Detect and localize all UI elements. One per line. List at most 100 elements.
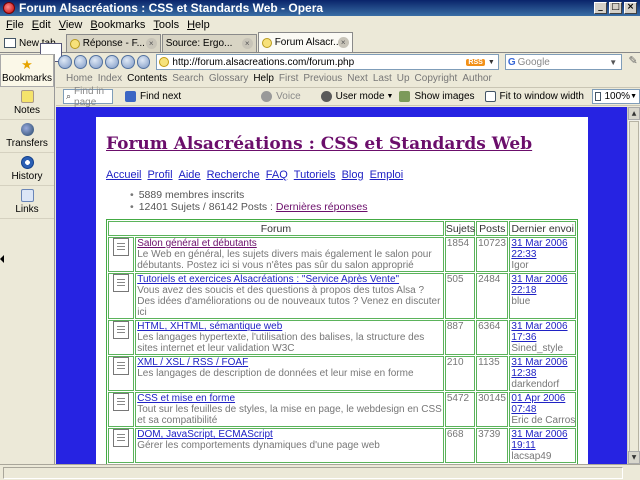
forum-nav-link[interactable]: Blog [342, 169, 364, 181]
forum-name-link[interactable]: DOM, JavaScript, ECMAScript [137, 429, 442, 440]
minimize-button[interactable]: _ [594, 2, 607, 14]
menu-help[interactable]: Help [183, 19, 214, 31]
latest-replies-link[interactable]: Dernières réponses [276, 201, 368, 213]
address-dropdown-icon[interactable]: ▼ [488, 59, 498, 66]
navlink-search[interactable]: Search [172, 73, 204, 84]
site-title-link[interactable]: Forum Alsacréations : CSS et Standards W… [106, 134, 578, 154]
show-images-button[interactable]: Show images [399, 91, 475, 102]
tab-close-icon[interactable]: × [145, 38, 157, 49]
panel-links[interactable]: Links [0, 186, 54, 219]
forum-name-link[interactable]: CSS et mise en forme [137, 393, 442, 404]
forward-button[interactable] [73, 55, 88, 69]
search-dropdown-icon[interactable]: ▼ [609, 58, 621, 67]
navlink-last[interactable]: Last [373, 73, 392, 84]
panel-label: History [11, 171, 43, 182]
address-field[interactable]: http://forum.alsacreations.com/forum.php… [156, 54, 499, 70]
tab-close-icon[interactable]: × [337, 37, 349, 48]
rss-icon[interactable]: RSS [466, 58, 485, 66]
forum-nav-link[interactable]: Accueil [106, 169, 141, 181]
navlink-home[interactable]: Home [66, 73, 93, 84]
forum-name-link[interactable]: HTML, XHTML, sémantique web [137, 321, 442, 332]
menu-edit[interactable]: Edit [28, 19, 55, 31]
search-field[interactable]: G Google ▼ [504, 54, 623, 70]
navlink-help[interactable]: Help [253, 73, 274, 84]
tab-3[interactable]: Forum Alsacr... × [257, 32, 353, 52]
navlink-previous[interactable]: Previous [303, 73, 342, 84]
find-next-button[interactable]: Find next [125, 91, 181, 102]
last-post-date-link[interactable]: 31 Mar 2006 [511, 321, 575, 332]
last-post-time-link[interactable]: 19:11 [511, 440, 575, 451]
reload-button[interactable] [120, 55, 135, 69]
navlink-author[interactable]: Author [462, 73, 491, 84]
last-post-cell: 31 Mar 2006 17:36 Sined_style [509, 320, 576, 355]
user-mode-button[interactable]: User mode ▼ [320, 91, 394, 102]
panel-transfers[interactable]: Transfers [0, 120, 54, 153]
forum-name-link[interactable]: Salon général et débutants [137, 238, 442, 249]
navlink-glossary[interactable]: Glossary [209, 73, 248, 84]
panel-notes[interactable]: Notes [0, 87, 54, 120]
forum-nav-link[interactable]: Recherche [207, 169, 260, 181]
forum-doc-icon [113, 357, 130, 375]
navlink-first[interactable]: First [279, 73, 298, 84]
forum-nav-link[interactable]: Aide [179, 169, 201, 181]
menu-view[interactable]: View [55, 19, 87, 31]
rewind-button[interactable] [89, 55, 104, 69]
back-button[interactable] [58, 55, 72, 69]
forum-nav-link[interactable]: FAQ [266, 169, 288, 181]
navlink-copyright[interactable]: Copyright [415, 73, 458, 84]
last-post-date-link[interactable]: 31 Mar 2006 [511, 238, 575, 249]
view-toolbar: ⌕ Find in page Find next Voice User mode… [56, 86, 640, 108]
forum-nav-link[interactable]: Tutoriels [294, 169, 336, 181]
menu-tools[interactable]: Tools [149, 19, 183, 31]
close-button[interactable]: × [624, 2, 637, 14]
last-post-date-link[interactable]: 31 Mar 2006 [511, 274, 575, 285]
menu-label: iew [65, 18, 83, 31]
panel-bookmarks[interactable]: ★ Bookmarks [0, 54, 54, 87]
menu-file[interactable]: File [2, 19, 28, 31]
last-post-time-link[interactable]: 22:33 [511, 249, 575, 260]
last-post-date-link[interactable]: 31 Mar 2006 [511, 357, 575, 368]
panel-label: Links [15, 204, 39, 215]
last-post-time-link[interactable]: 07:48 [511, 404, 575, 415]
forum-nav-link[interactable]: Profil [147, 169, 172, 181]
scroll-down-icon[interactable]: ▼ [628, 451, 640, 464]
tab-1[interactable]: Réponse - F... × [65, 34, 161, 52]
menu-bookmarks[interactable]: Bookmarks [86, 19, 149, 31]
last-post-time-link[interactable]: 17:36 [511, 332, 575, 343]
tab-close-icon[interactable]: × [241, 38, 253, 49]
forum-cell: HTML, XHTML, sémantique web Les langages … [135, 320, 444, 355]
table-row: Tutoriels et exercices Alsacréations : "… [108, 273, 576, 319]
panel-toggle-arrow-icon[interactable] [0, 255, 4, 263]
menu-accel: B [90, 18, 98, 31]
maximize-button[interactable]: □ [609, 2, 622, 14]
last-post-time-link[interactable]: 22:18 [511, 285, 575, 296]
wand-icon[interactable]: ✎ [626, 55, 640, 69]
panel-history[interactable]: History [0, 153, 54, 186]
find-icon: ⌕ [66, 91, 72, 101]
navlink-up[interactable]: Up [397, 73, 410, 84]
navlink-next[interactable]: Next [347, 73, 368, 84]
forum-name-link[interactable]: XML / XSL / RSS / FOAF [137, 357, 442, 368]
last-post-date-link[interactable]: 01 Apr 2006 [511, 393, 575, 404]
fit-to-window-button[interactable]: Fit to window width [484, 91, 584, 102]
forum-nav-link[interactable]: Emploi [370, 169, 404, 181]
tab-2[interactable]: Source: Ergo... × [40, 34, 257, 62]
members-count: 5889 membres inscrits [130, 189, 578, 201]
last-post-date-link[interactable]: 31 Mar 2006 [511, 429, 575, 440]
find-in-page-input[interactable]: ⌕ Find in page [63, 86, 114, 108]
home-button[interactable] [136, 55, 151, 69]
navlink-index[interactable]: Index [98, 73, 122, 84]
forum-name-link[interactable]: Tutoriels et exercices Alsacréations : "… [137, 274, 442, 285]
zoom-select[interactable]: 100% ▼ [592, 89, 640, 104]
navlink-contents[interactable]: Contents [127, 73, 167, 84]
table-row: HTML, XHTML, sémantique web Les langages … [108, 320, 576, 355]
last-post-time-link[interactable]: 12:38 [511, 368, 575, 379]
last-post-cell: 31 Mar 2006 22:18 blue [509, 273, 576, 319]
table-row: CSS et mise en forme Tout sur les feuille… [108, 392, 576, 427]
scrollbar-thumb[interactable] [629, 121, 639, 467]
user-mode-dropdown-icon[interactable]: ▼ [387, 93, 394, 100]
scroll-up-icon[interactable]: ▲ [628, 107, 640, 120]
vertical-scrollbar[interactable]: ▲ ▼ [627, 107, 640, 467]
voice-button[interactable]: Voice [261, 91, 301, 102]
fast-forward-button[interactable] [105, 55, 119, 69]
